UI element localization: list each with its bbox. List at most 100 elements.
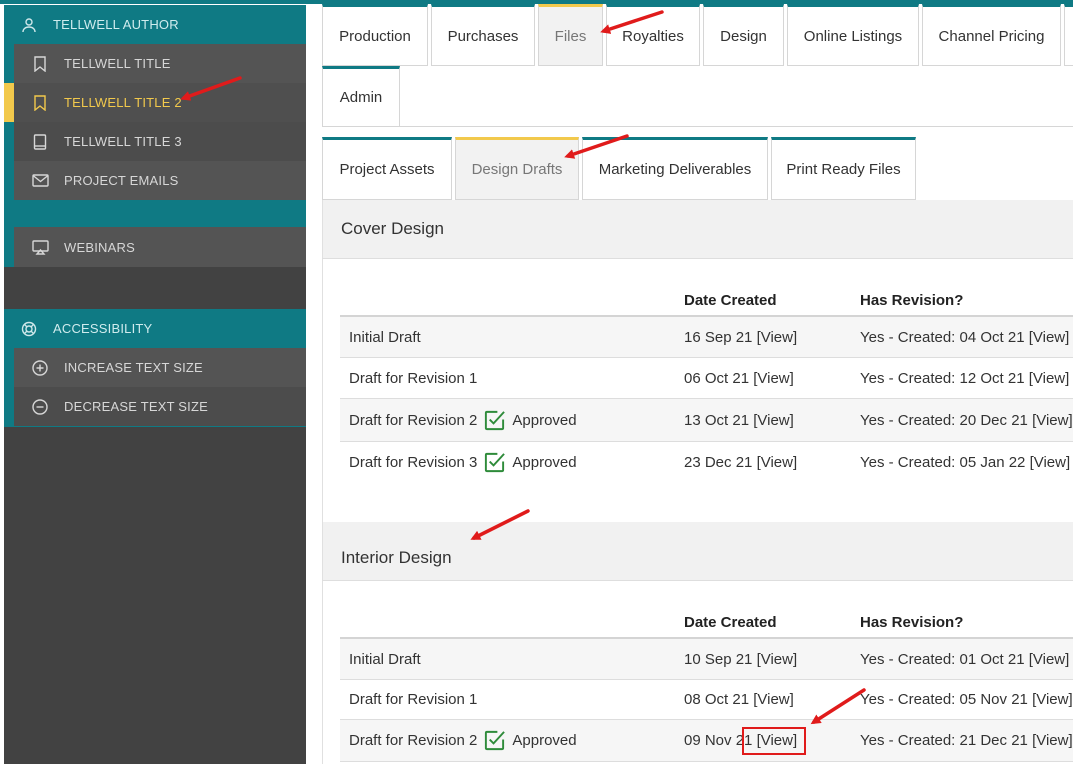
revision-status: Yes - Created: 01 Oct 21 [View] [860,650,1070,668]
active-accent-bar [4,83,14,122]
date-created: 23 Dec 21 [View] [684,454,798,471]
tab-print-ready-files[interactable]: Print Ready Files [771,137,916,200]
draft-name: Draft for Revision 3 Approved [349,442,577,483]
approved-badge: Approved [483,451,577,474]
sidebar-item-label: DECREASE TEXT SIZE [64,399,208,414]
check-square-icon [485,730,506,751]
sidebar-item-label: INCREASE TEXT SIZE [64,360,203,375]
draft-name: Draft for Revision 1 [349,369,478,387]
table-row: Draft for Revision 3 Approved 23 Dec 21 … [340,442,1073,483]
revision-view-link[interactable]: [View] [1032,691,1073,708]
section-title: Interior Design [341,548,452,567]
sidebar-item-tellwell-title-3[interactable]: TELLWELL TITLE 3 [14,122,306,161]
draft-name: Initial Draft [349,650,421,668]
cover-table-header: Date Created Has Revision? [340,275,1073,317]
tab-admin[interactable]: Admin [322,66,400,127]
sidebar-item-tellwell-title[interactable]: TELLWELL TITLE [14,44,306,83]
sidebar-item-project-emails[interactable]: PROJECT EMAILS [14,161,306,200]
revision-status: Yes - Created: 05 Jan 22 [View] [860,454,1071,471]
revision-status: Yes - Created: 20 Dec 21 [View] [860,411,1073,429]
date-created: 08 Oct 21 [View] [684,691,794,708]
table-row: Initial Draft 10 Sep 21 [View] Yes - Cre… [340,639,1073,680]
sidebar-item-label: ACCESSIBILITY [53,321,153,336]
sidebar-item-label: TELLWELL TITLE 3 [64,134,182,149]
tab-overflow[interactable] [1064,4,1073,66]
view-link[interactable]: [View] [757,329,798,346]
tab-marketing-deliverables[interactable]: Marketing Deliverables [582,137,768,200]
date-created: 16 Sep 21 [View] [684,328,798,346]
revision-status: Yes - Created: 04 Oct 21 [View] [860,328,1070,346]
revision-view-link[interactable]: [View] [1029,651,1070,668]
sidebar-item-label: TELLWELL TITLE [64,56,171,71]
revision-status: Yes - Created: 12 Oct 21 [View] [860,369,1070,387]
table-row: Draft for Revision 1 06 Oct 21 [View] Ye… [340,358,1073,399]
draft-name: Draft for Revision 2 Approved [349,720,577,761]
draft-name: Draft for Revision 2 Approved [349,399,577,441]
column-has-revision: Has Revision? [860,613,964,631]
date-created: 13 Oct 21 [View] [684,411,794,429]
envelope-icon [31,172,49,190]
view-link[interactable]: [View] [753,370,794,387]
tab-design-drafts[interactable]: Design Drafts [455,137,579,200]
minus-circle-icon [31,398,49,416]
plus-circle-icon [31,359,49,377]
table-row: Draft for Revision 2 Approved 13 Oct 21 … [340,399,1073,442]
bookmark-icon [31,55,49,73]
book-icon [31,133,49,151]
date-created: 10 Sep 21 [View] [684,650,798,668]
column-date-created: Date Created [684,291,777,309]
draft-name: Initial Draft [349,328,421,346]
interior-table-header: Date Created Has Revision? [340,597,1073,639]
revision-view-link[interactable]: [View] [1029,329,1070,346]
view-link[interactable]: [View] [757,651,798,668]
sidebar: TELLWELL AUTHOR TELLWELL TITLE TELLWELL … [4,5,306,764]
tab-purchases[interactable]: Purchases [431,4,535,66]
sidebar-item-label: TELLWELL TITLE 2 [64,95,182,110]
draft-name: Draft for Revision 1 [349,691,478,708]
view-link[interactable]: [View] [753,691,794,708]
approved-badge: Approved [483,409,577,432]
tab-channel-pricing[interactable]: Channel Pricing [922,4,1061,66]
annotation-highlight-box [742,727,806,755]
revision-view-link[interactable]: [View] [1030,454,1071,471]
tab-production[interactable]: Production [322,4,428,66]
revision-view-link[interactable]: [View] [1029,370,1070,387]
tab-online-listings[interactable]: Online Listings [787,4,919,66]
column-date-created: Date Created [684,613,777,631]
approved-badge: Approved [483,729,577,752]
cover-design-header: Cover Design [322,200,1073,258]
revision-view-link[interactable]: [View] [1032,732,1073,749]
view-link[interactable]: [View] [753,412,794,429]
sidebar-item-tellwell-author[interactable]: TELLWELL AUTHOR [4,5,306,44]
sidebar-item-webinars[interactable]: WEBINARS [14,227,306,267]
sidebar-item-label: PROJECT EMAILS [64,173,179,188]
bookmark-icon [31,94,49,112]
revision-status: Yes - Created: 05 Nov 21 [View] [860,691,1073,708]
tab-project-assets[interactable]: Project Assets [322,137,452,200]
table-row: Initial Draft 16 Sep 21 [View] Yes - Cre… [340,317,1073,358]
tab-royalties[interactable]: Royalties [606,4,700,66]
table-row: Draft for Revision 1 08 Oct 21 [View] Ye… [340,680,1073,720]
check-square-icon [485,452,506,473]
sidebar-item-increase-text-size[interactable]: INCREASE TEXT SIZE [14,348,306,387]
lifebuoy-icon [20,320,38,338]
section-title: Cover Design [341,219,444,238]
interior-design-header: Interior Design [322,522,1073,580]
date-created: 06 Oct 21 [View] [684,369,794,387]
sidebar-item-tellwell-title-2[interactable]: TELLWELL TITLE 2 [4,83,306,122]
tab-design[interactable]: Design [703,4,784,66]
sidebar-item-decrease-text-size[interactable]: DECREASE TEXT SIZE [14,387,306,426]
sidebar-item-label: WEBINARS [64,239,135,255]
user-icon [20,16,38,34]
revision-view-link[interactable]: [View] [1032,412,1073,429]
view-link[interactable]: [View] [757,454,798,471]
sidebar-item-label: TELLWELL AUTHOR [53,17,179,32]
screen-icon [31,238,49,256]
tabs-divider [400,126,1073,127]
check-square-icon [485,410,506,430]
tab-files[interactable]: Files [538,4,603,66]
column-has-revision: Has Revision? [860,291,964,309]
revision-status: Yes - Created: 21 Dec 21 [View] [860,732,1073,749]
sidebar-item-accessibility[interactable]: ACCESSIBILITY [4,309,306,348]
table-row: Draft for Revision 2 Approved 09 Nov 21 … [340,720,1073,762]
